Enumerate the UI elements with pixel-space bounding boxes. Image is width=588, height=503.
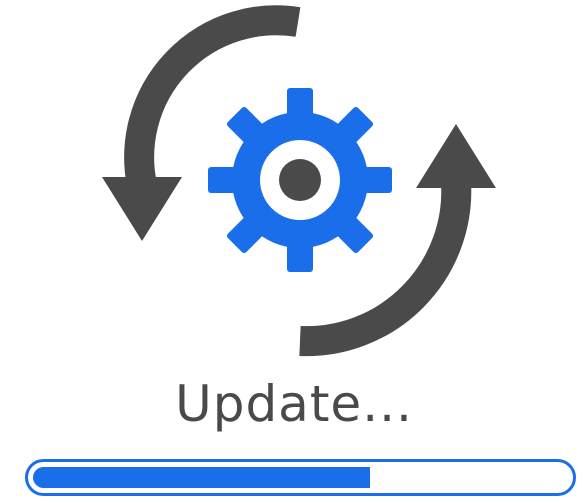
progress-bar-fill bbox=[33, 467, 371, 488]
progress-bar bbox=[25, 459, 576, 496]
update-graphic bbox=[102, 5, 496, 357]
update-status-text: Update... bbox=[175, 375, 413, 433]
gear-icon bbox=[208, 88, 392, 272]
